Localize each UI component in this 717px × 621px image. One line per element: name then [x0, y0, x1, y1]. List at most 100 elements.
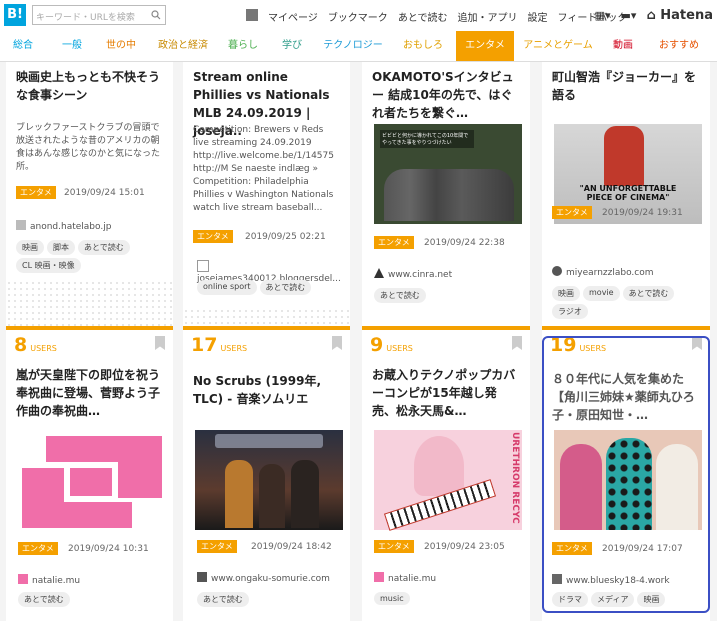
entry-card[interactable]: 19 USERS ８０年代に人気を集めた【角川三姉妹★薬師丸ひろ子・原田知世・… … [542, 326, 710, 621]
entry-thumbnail[interactable] [18, 432, 166, 532]
tag[interactable]: あとで読む [197, 592, 249, 607]
bookmark-icon[interactable] [512, 336, 522, 350]
notification-icon[interactable]: ▬▾ [621, 9, 637, 22]
entry-card[interactable]: 町山智浩『ジョーカー』を語る "AN UNFORGETTABLE PIECE O… [542, 62, 710, 328]
entry-title[interactable]: OKAMOTO'Sインタビュー 結成10年の先で、はぐれ者たちを繋ぐ… [372, 68, 520, 122]
site-favicon-icon [16, 220, 26, 230]
tab-politics-economy[interactable]: 政治と経済 [147, 31, 219, 61]
category-badge[interactable]: エンタメ [197, 540, 237, 553]
nav-add-app[interactable]: 追加・アプリ [458, 9, 518, 24]
bookmark-icon[interactable] [692, 336, 702, 350]
tag[interactable]: 映画 [637, 592, 666, 607]
category-badge[interactable]: エンタメ [374, 236, 414, 249]
tab-recommended[interactable]: おすすめ [645, 31, 713, 61]
entry-site[interactable]: natalie.mu [388, 574, 436, 584]
hatena-brand[interactable]: ⌂ Hatena [646, 8, 713, 23]
bookmark-icon[interactable] [155, 336, 165, 350]
tag-list: 映画 脚本 あとで読む CL 映画・映像 [16, 240, 166, 273]
bookmark-count[interactable]: 19 USERS [550, 334, 606, 356]
category-badge[interactable]: エンタメ [16, 186, 56, 199]
tag[interactable]: メディア [591, 592, 635, 607]
photo-person [606, 438, 652, 530]
entry-title[interactable]: ８０年代に人気を集めた【角川三姉妹★薬師丸ひろ子・原田知世・… [552, 370, 700, 424]
tag[interactable]: movie [583, 286, 620, 301]
tag[interactable]: 映画 [552, 286, 580, 301]
tag[interactable]: ドラマ [552, 592, 588, 607]
tab-life[interactable]: 暮らし [219, 31, 267, 61]
search-icon[interactable] [151, 10, 161, 20]
card-top-border [6, 326, 173, 330]
tag[interactable]: CL 映画・映像 [16, 258, 81, 273]
entry-site[interactable]: natalie.mu [32, 576, 80, 586]
entry-card[interactable]: 8 USERS 嵐が天皇陛下の即位を祝う奉祝曲に登場、菅野よう子作曲の奉祝曲… エ… [6, 326, 173, 621]
tag-list: music [374, 592, 524, 605]
entry-card[interactable]: 17 USERS No Scrubs (1999年, TLC) - 音楽ソムリエ … [183, 326, 350, 621]
category-badge[interactable]: エンタメ [193, 230, 233, 243]
photo-person [560, 444, 602, 530]
tab-anime-games[interactable]: アニメとゲーム [518, 31, 598, 61]
tag[interactable]: 脚本 [47, 240, 75, 255]
entry-title[interactable]: 嵐が天皇陛下の即位を祝う奉祝曲に登場、菅野よう子作曲の奉祝曲… [16, 366, 163, 420]
site-favicon-icon [197, 572, 207, 582]
tab-general[interactable]: 総合 [0, 31, 46, 61]
entry-title[interactable]: お蔵入りテクノポップカバーコンピが15年越し発売、松永天馬&… [372, 366, 520, 420]
entry-thumbnail[interactable]: URETHRON RECYC [374, 430, 522, 531]
tag[interactable]: あとで読む [374, 288, 426, 303]
tag[interactable]: あとで読む [259, 280, 312, 295]
entry-site[interactable]: anond.hatelabo.jp [30, 222, 111, 232]
entry-thumbnail[interactable] [554, 430, 702, 530]
tab-society[interactable]: 世の中 [96, 31, 146, 61]
thumbnail-caption: ビビビと何かに導かれてこの10年間でやってきた事をやりつづけたい [380, 130, 474, 148]
nav-mypage[interactable]: マイページ [268, 9, 318, 24]
entry-card[interactable]: OKAMOTO'Sインタビュー 結成10年の先で、はぐれ者たちを繋ぐ… ビビビと… [362, 62, 530, 328]
card-top-border [183, 326, 350, 330]
natalie-favicon-icon [374, 572, 384, 582]
entry-site[interactable]: www.ongaku-somurie.com [211, 574, 330, 584]
document-icon [197, 260, 209, 272]
entry-card[interactable]: Stream online Phillies vs Nationals MLB … [183, 62, 350, 328]
entry-card[interactable]: 映画史上もっとも不快そうな食事シーン ブレックファーストクラブの冒頭で放送された… [6, 62, 173, 328]
entry-date: 2019/09/24 23:05 [424, 542, 505, 552]
grid-menu-icon[interactable]: ▦▾ [595, 9, 611, 22]
tag-list: 映画 movie あとで読む ラジオ [552, 286, 702, 319]
album-figure [291, 460, 319, 528]
entry-title[interactable]: 町山智浩『ジョーカー』を語る [552, 68, 700, 104]
entry-thumbnail[interactable]: ビビビと何かに導かれてこの10年間でやってきた事をやりつづけたい [374, 124, 522, 224]
entry-site[interactable]: www.cinra.net [388, 270, 452, 280]
tag[interactable]: あとで読む [622, 286, 675, 301]
nav-bookmark[interactable]: ブックマーク [328, 9, 388, 24]
tag[interactable]: online sport [197, 280, 257, 295]
tab-fun[interactable]: おもしろ [392, 31, 454, 61]
tab-general-news[interactable]: 一般 [48, 31, 96, 61]
entry-site[interactable]: miyearnzzlabo.com [566, 268, 654, 278]
cover-text: URETHRON RECYC [510, 432, 520, 524]
tag[interactable]: 映画 [16, 240, 44, 255]
avatar[interactable] [246, 9, 258, 21]
bookmark-count[interactable]: 9 USERS [370, 334, 413, 356]
category-badge[interactable]: エンタメ [374, 540, 414, 553]
entry-thumbnail[interactable] [195, 430, 343, 530]
hatena-bookmark-logo[interactable]: B! [4, 4, 26, 26]
tab-technology[interactable]: テクノロジー [317, 31, 389, 61]
nav-settings[interactable]: 設定 [528, 9, 548, 24]
tag[interactable]: music [374, 592, 410, 605]
bookmark-count[interactable]: 17 USERS [191, 334, 247, 356]
entry-title[interactable]: 映画史上もっとも不快そうな食事シーン [16, 68, 163, 104]
entry-title[interactable]: No Scrubs (1999年, TLC) - 音楽ソムリエ [193, 372, 340, 408]
tag[interactable]: あとで読む [18, 592, 70, 607]
tag[interactable]: あとで読む [78, 240, 130, 255]
bookmark-count[interactable]: 8 USERS [14, 334, 57, 356]
category-badge[interactable]: エンタメ [552, 206, 592, 219]
tab-learning[interactable]: 学び [267, 31, 317, 61]
album-logo [215, 434, 323, 448]
search-input[interactable]: キーワード・URLを検索 [32, 5, 166, 25]
category-badge[interactable]: エンタメ [18, 542, 58, 555]
tag[interactable]: ラジオ [552, 304, 588, 319]
bookmark-icon[interactable] [332, 336, 342, 350]
nav-read-later[interactable]: あとで読む [398, 9, 448, 24]
tab-video[interactable]: 動画 [601, 31, 645, 61]
entry-site[interactable]: www.bluesky18-4.work [566, 576, 670, 586]
category-badge[interactable]: エンタメ [552, 542, 592, 555]
tab-entertainment[interactable]: エンタメ [456, 31, 514, 61]
entry-card[interactable]: 9 USERS お蔵入りテクノポップカバーコンピが15年越し発売、松永天馬&… U… [362, 326, 530, 621]
